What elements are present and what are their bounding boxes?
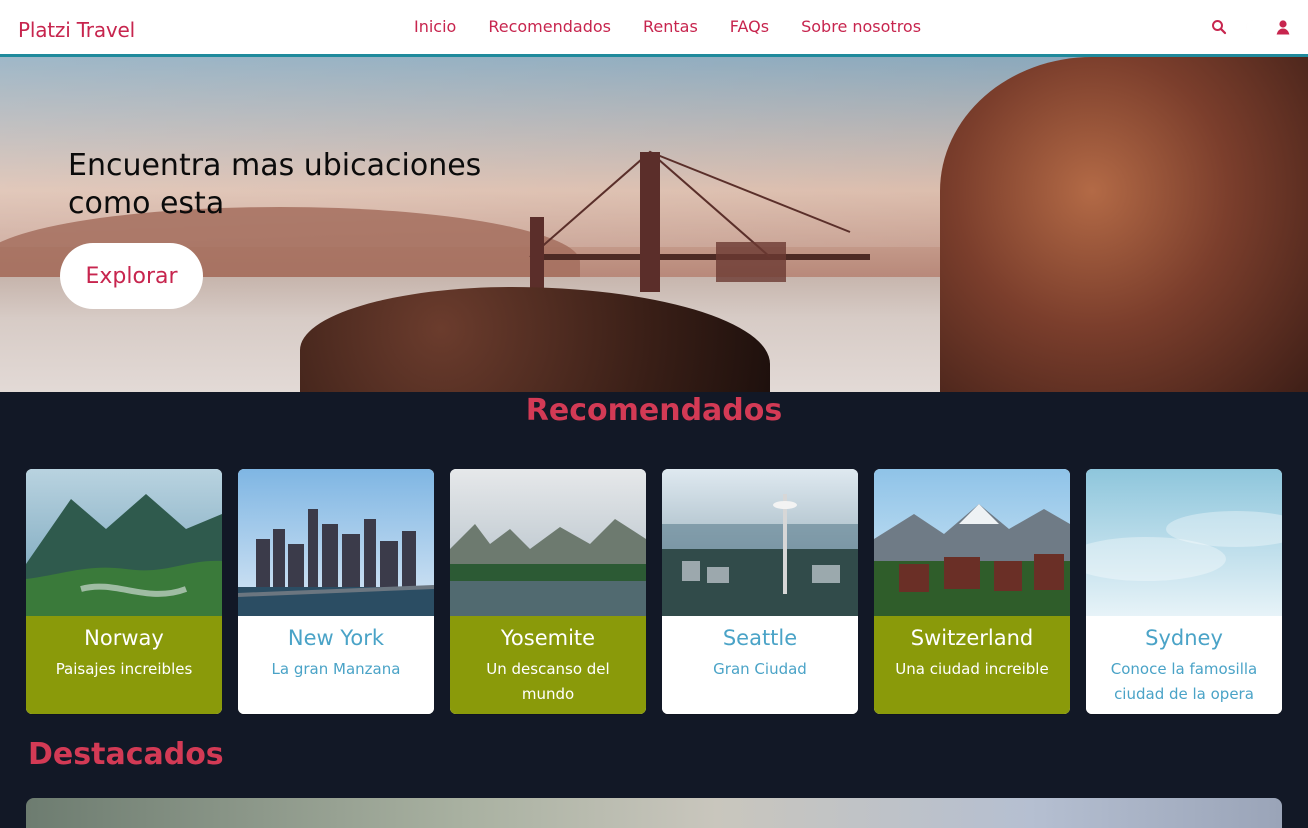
- card-new-york[interactable]: New York La gran Manzana: [238, 469, 434, 714]
- golden-gate-bridge-illustration: [529, 150, 870, 297]
- card-image: [238, 469, 434, 616]
- recommended-title: Recomendados: [525, 393, 783, 428]
- card-description: Conoce la famosilla ciudad de la opera: [1110, 660, 1258, 703]
- card-switzerland[interactable]: Switzerland Una ciudad increible: [874, 469, 1070, 714]
- card-description: Paisajes increibles: [55, 660, 193, 678]
- explore-button[interactable]: Explorar: [60, 243, 203, 309]
- featured-title: Destacados: [28, 737, 224, 772]
- card-description: La gran Manzana: [271, 660, 401, 678]
- brand-logo[interactable]: Platzi Travel: [18, 18, 135, 42]
- card-body: Norway Paisajes increibles: [26, 616, 222, 714]
- card-title: Norway: [84, 626, 164, 650]
- card-body: Sydney Conoce la famosilla ciudad de la …: [1086, 616, 1282, 714]
- card-image: [874, 469, 1070, 616]
- card-title: New York: [287, 626, 385, 650]
- card-description: Una ciudad increible: [895, 660, 1049, 678]
- card-image: [450, 469, 646, 616]
- hero-title: Encuentra mas ubicaciones como esta: [68, 148, 482, 221]
- hero-right-rock: [940, 57, 1308, 392]
- card-title: Yosemite: [500, 626, 596, 650]
- top-navbar: Platzi Travel Inicio Recomendados Rentas…: [0, 0, 1308, 57]
- nav-recomendados[interactable]: Recomendados: [488, 17, 611, 36]
- card-title: Sydney: [1145, 626, 1223, 650]
- card-body: New York La gran Manzana: [238, 616, 434, 714]
- featured-banner[interactable]: [26, 798, 1282, 828]
- card-title: Seattle: [722, 626, 798, 650]
- hero-banner: Encuentra mas ubicaciones como esta Expl…: [0, 57, 1308, 392]
- card-body: Yosemite Un descanso del mundo: [450, 616, 646, 714]
- card-body: Seattle Gran Ciudad: [662, 616, 858, 714]
- card-image: [662, 469, 858, 616]
- card-body: Switzerland Una ciudad increible: [874, 616, 1070, 714]
- moon-icon[interactable]: [1242, 16, 1260, 38]
- nav-rentas[interactable]: Rentas: [643, 17, 698, 36]
- card-norway[interactable]: Norway Paisajes increibles: [26, 469, 222, 714]
- card-image: [1086, 469, 1282, 616]
- card-description: Gran Ciudad: [713, 660, 807, 678]
- header-tools: [1210, 16, 1292, 38]
- card-description: Un descanso del mundo: [486, 660, 610, 703]
- nav-sobre-nosotros[interactable]: Sobre nosotros: [801, 17, 921, 36]
- search-icon[interactable]: [1210, 16, 1228, 38]
- main-nav: Inicio Recomendados Rentas FAQs Sobre no…: [414, 17, 921, 36]
- card-title: Switzerland: [910, 626, 1034, 650]
- nav-faqs[interactable]: FAQs: [730, 17, 769, 36]
- card-yosemite[interactable]: Yosemite Un descanso del mundo: [450, 469, 646, 714]
- card-image: [26, 469, 222, 616]
- card-seattle[interactable]: Seattle Gran Ciudad: [662, 469, 858, 714]
- card-sydney[interactable]: Sydney Conoce la famosilla ciudad de la …: [1086, 469, 1282, 714]
- nav-inicio[interactable]: Inicio: [414, 17, 456, 36]
- recommended-cards: Norway Paisajes increibles New York La g…: [26, 469, 1282, 714]
- user-icon[interactable]: [1274, 16, 1292, 38]
